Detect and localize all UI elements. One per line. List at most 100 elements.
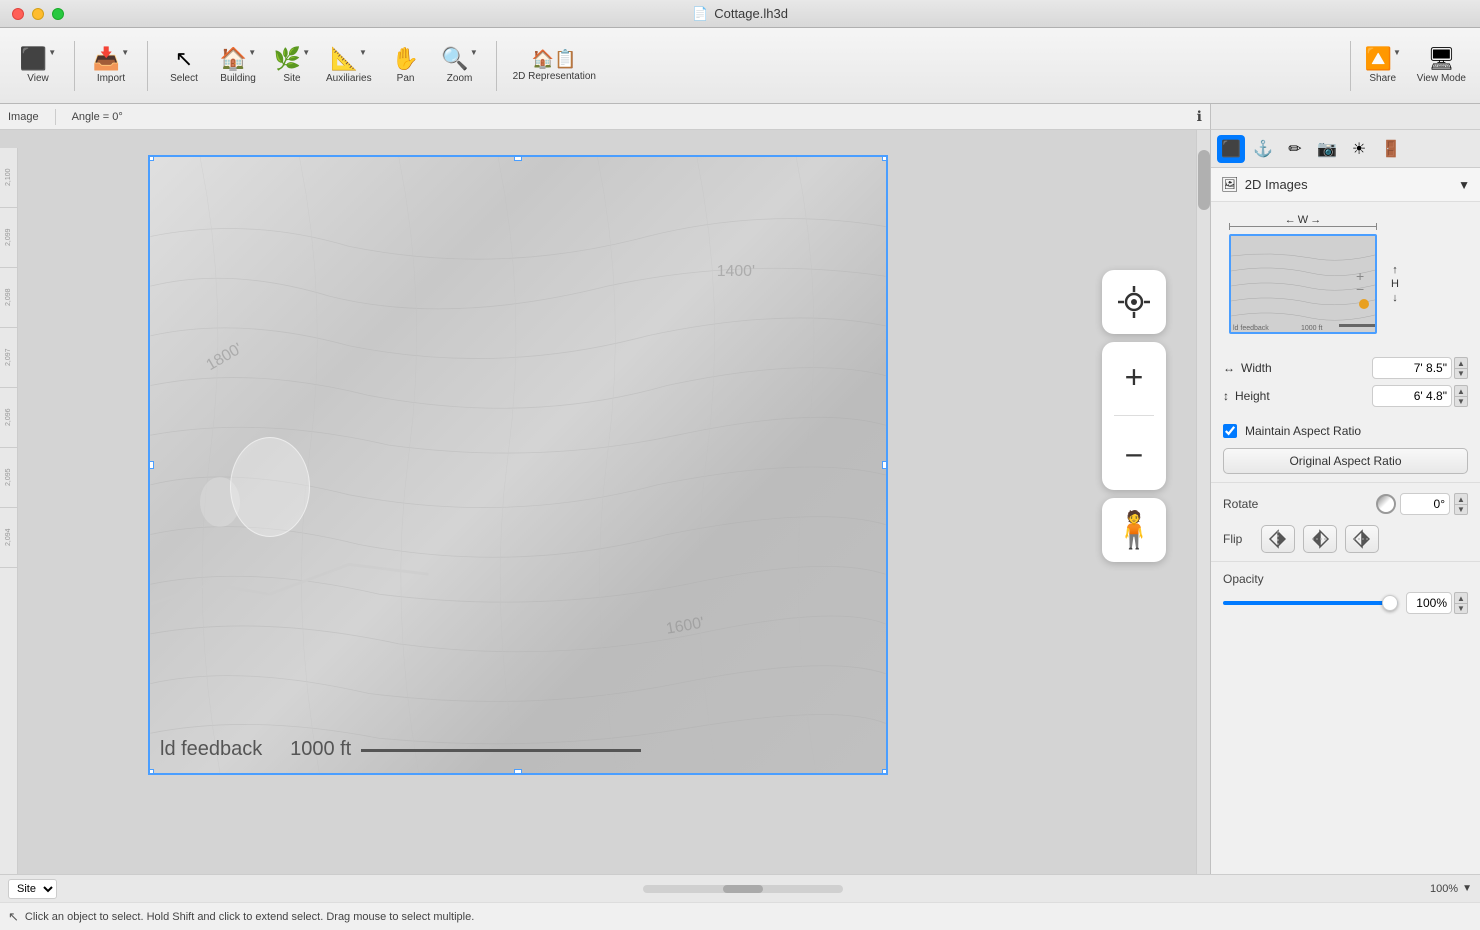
locate-button[interactable]	[1102, 270, 1166, 334]
panel-pen-icon[interactable]: ✏	[1281, 135, 1309, 163]
width-indicator: ← W →	[1229, 214, 1377, 227]
window-controls[interactable]	[12, 8, 64, 20]
scrollbar-thumb[interactable]	[1198, 150, 1210, 210]
panel-preview-area: ← W →	[1211, 202, 1480, 346]
preview-image-inner: ld feedback 1000 ft + −	[1231, 236, 1375, 332]
share-tool[interactable]: 🔼 ▼ Share	[1357, 36, 1409, 96]
panel-layers-icon[interactable]: ⬛	[1217, 135, 1245, 163]
svg-text:1600': 1600'	[665, 614, 706, 637]
flip-vertical-button[interactable]	[1261, 525, 1295, 553]
height-stepper-up[interactable]: ▲	[1454, 385, 1468, 396]
handle-middle-left[interactable]	[148, 461, 154, 469]
panel-light-icon[interactable]: ☀	[1345, 135, 1373, 163]
view-mode-tool[interactable]: 🖥 View Mode	[1411, 36, 1472, 96]
toolbar-group-import: 📥 ▼ Import	[81, 36, 141, 96]
hint-arrow-icon: ↖	[8, 909, 19, 925]
handle-top-left[interactable]	[148, 155, 154, 161]
canvas-scrollbar-vertical[interactable]	[1196, 130, 1210, 874]
panel-door-icon[interactable]: 🚪	[1377, 135, 1405, 163]
toolbar-group-tools: ↖ Select 🏠 ▼ Building 🌿 ▼ Site 📐 ▼ Auxil…	[154, 36, 490, 96]
ruler-mark: 2,099	[0, 208, 17, 268]
opacity-stepper[interactable]: ▲ ▼	[1454, 592, 1468, 614]
pan-label: Pan	[397, 73, 415, 84]
handle-bottom-right[interactable]	[882, 769, 888, 775]
height-value: ▲ ▼	[1372, 385, 1468, 407]
width-stepper-up[interactable]: ▲	[1454, 357, 1468, 368]
width-stepper[interactable]: ▲ ▼	[1454, 357, 1468, 379]
preview-topo-svg: ld feedback 1000 ft + −	[1231, 236, 1377, 334]
site-label: Site	[283, 73, 300, 84]
zoom-tool[interactable]: 🔍 ▼ Zoom	[434, 36, 486, 96]
flip-horizontal-left-button[interactable]	[1303, 525, 1337, 553]
handle-bottom-center[interactable]	[514, 769, 522, 775]
minimize-button[interactable]	[32, 8, 44, 20]
building-tool-inner: 🏠 ▼	[220, 48, 256, 70]
building-dropdown-arrow: ▼	[248, 48, 256, 57]
rotate-stepper-up[interactable]: ▲	[1454, 493, 1468, 504]
height-stepper[interactable]: ▲ ▼	[1454, 385, 1468, 407]
zoom-out-button[interactable]: −	[1102, 439, 1166, 471]
share-label: Share	[1369, 73, 1396, 84]
panel-camera-icon[interactable]: 📷	[1313, 135, 1341, 163]
dropdown-image-icon: 🖼	[1221, 176, 1239, 193]
opacity-slider[interactable]	[1223, 601, 1398, 605]
auxiliaries-tool[interactable]: 📐 ▼ Auxiliaries	[320, 36, 378, 96]
height-input[interactable]	[1372, 385, 1452, 407]
info-icon[interactable]: ℹ	[1197, 108, 1202, 125]
dropdown-arrow-icon[interactable]: ▼	[1458, 178, 1470, 192]
main-toolbar: ⬛ ▼ View 📥 ▼ Import ↖ Select 🏠 ▼ Buildin…	[0, 28, 1480, 104]
opacity-input[interactable]	[1406, 592, 1452, 614]
preview-image[interactable]: ld feedback 1000 ft + −	[1229, 234, 1377, 334]
handle-top-center[interactable]	[514, 155, 522, 161]
height-stepper-down[interactable]: ▼	[1454, 396, 1468, 407]
zoom-dropdown-icon[interactable]: ▼	[1462, 883, 1472, 894]
layer-select[interactable]: Site	[8, 879, 57, 899]
panel-anchor-icon[interactable]: ⚓	[1249, 135, 1277, 163]
person-button[interactable]: 🧍	[1102, 498, 1166, 562]
rotate-value-group: ▲ ▼	[1376, 493, 1468, 515]
site-tool[interactable]: 🌿 ▼ Site	[266, 36, 318, 96]
rotate-input[interactable]	[1400, 493, 1450, 515]
maximize-button[interactable]	[52, 8, 64, 20]
building-tool[interactable]: 🏠 ▼ Building	[212, 36, 264, 96]
rotate-stepper-down[interactable]: ▼	[1454, 504, 1468, 515]
width-stepper-down[interactable]: ▼	[1454, 368, 1468, 379]
pan-tool[interactable]: ✋ Pan	[380, 36, 432, 96]
view-mode-label: View Mode	[1417, 73, 1466, 84]
zoom-in-button[interactable]: +	[1102, 361, 1166, 393]
ruler-mark: 2,100	[0, 148, 17, 208]
select-tool[interactable]: ↖ Select	[158, 36, 210, 96]
import-tool[interactable]: 📥 ▼ Import	[85, 36, 137, 96]
auxiliaries-tool-inner: 📐 ▼	[331, 48, 367, 70]
scroll-track[interactable]	[643, 885, 843, 893]
view-mode-icon: 🖥	[1427, 48, 1455, 70]
representation-tool[interactable]: 🏠📋 2D Representation	[507, 36, 602, 96]
flip-horizontal-right-button[interactable]	[1345, 525, 1379, 553]
view-tool[interactable]: ⬛ ▼ View	[12, 36, 64, 96]
rotate-stepper[interactable]: ▲ ▼	[1454, 493, 1468, 515]
toolbar-right-group: 🔼 ▼ Share 🖥 View Mode	[1346, 36, 1472, 96]
opacity-stepper-up[interactable]: ▲	[1454, 592, 1468, 603]
scroll-thumb[interactable]	[723, 885, 763, 893]
handle-bottom-left[interactable]	[148, 769, 154, 775]
svg-text:ld feedback: ld feedback	[1233, 325, 1269, 332]
building-label: Building	[220, 73, 256, 84]
svg-text:1000 ft: 1000 ft	[1301, 325, 1322, 332]
view-dropdown-arrow: ▼	[48, 48, 56, 57]
width-input[interactable]	[1372, 357, 1452, 379]
width-row: ↔ Width ▲ ▼	[1223, 354, 1468, 382]
original-aspect-button[interactable]: Original Aspect Ratio	[1223, 448, 1468, 474]
opacity-stepper-down[interactable]: ▼	[1454, 603, 1468, 614]
representation-inner: 🏠📋	[532, 50, 577, 68]
svg-text:1800': 1800'	[204, 340, 246, 374]
width-value: ▲ ▼	[1372, 357, 1468, 379]
map-image-container[interactable]: 1800' 1400' 1600'	[148, 155, 888, 775]
ruler-mark: 2,096	[0, 388, 17, 448]
layer-label: Image	[8, 111, 39, 123]
handle-top-right[interactable]	[882, 155, 888, 161]
handle-middle-right[interactable]	[882, 461, 888, 469]
canvas[interactable]: 1800' 1400' 1600'	[18, 130, 1196, 874]
status-sep	[55, 109, 56, 125]
maintain-aspect-checkbox[interactable]	[1223, 424, 1237, 438]
close-button[interactable]	[12, 8, 24, 20]
